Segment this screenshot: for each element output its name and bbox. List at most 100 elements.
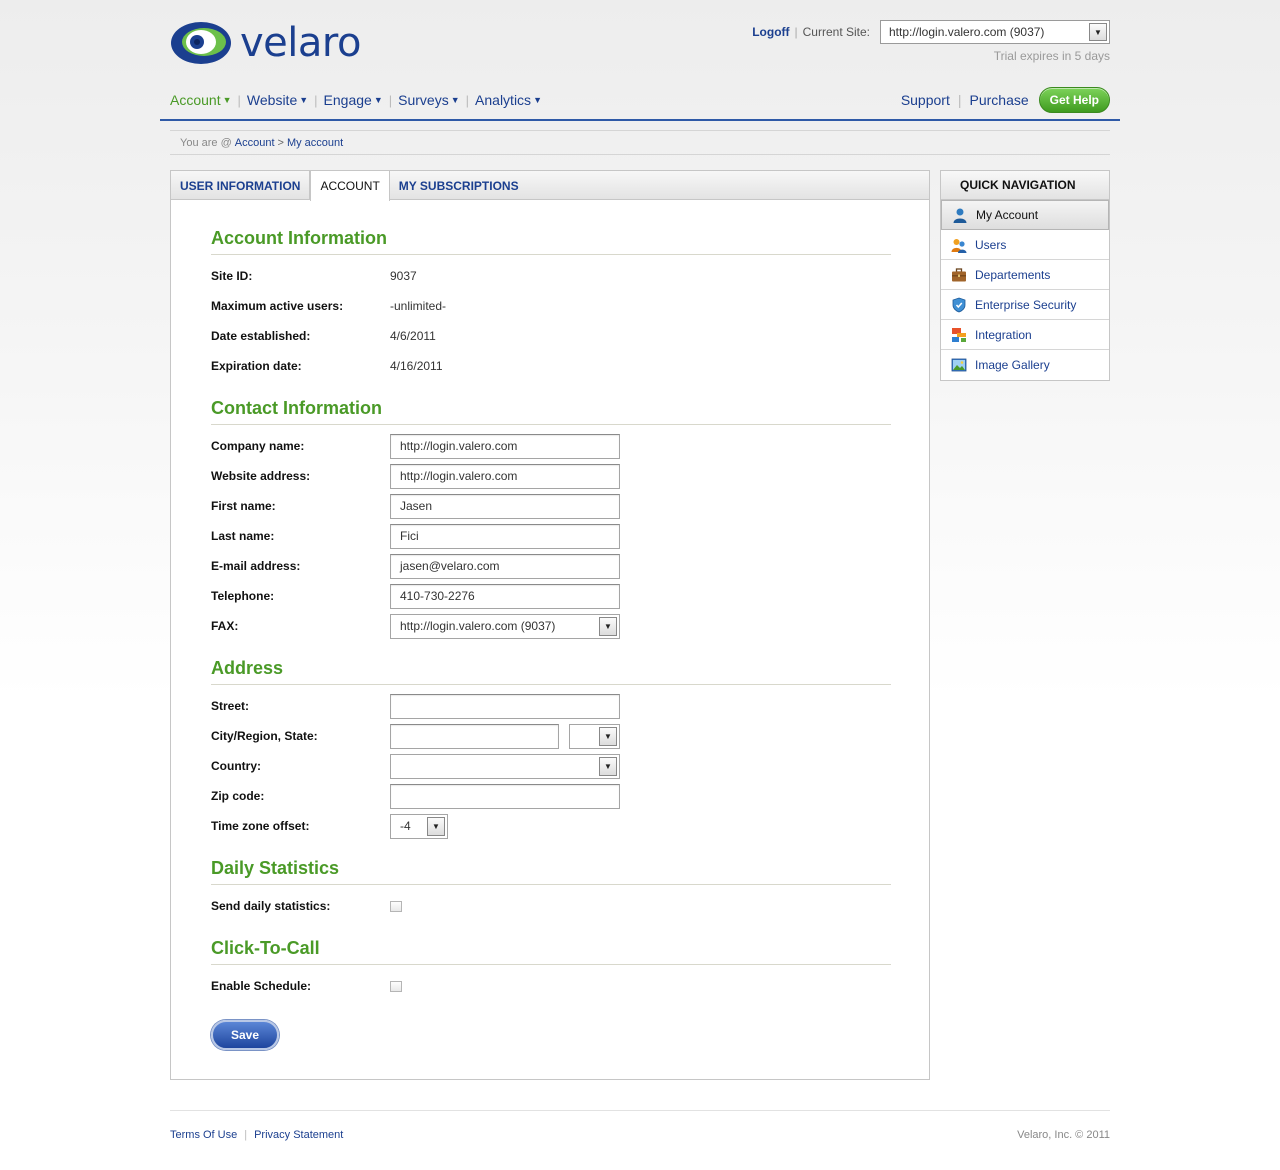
velaro-eye-icon [171,22,231,64]
email-row: E-mail address: jasen@velaro.com [211,553,891,579]
quick-nav-label: Integration [975,327,1032,342]
site-id-label: Site ID: [211,269,253,283]
enable-schedule-row: Enable Schedule: [211,974,891,998]
chevron-down-icon[interactable]: ▼ [599,726,617,746]
fax-value: http://login.valero.com (9037) [400,619,556,633]
quick-nav-label: Departements [975,267,1051,282]
daily-statistics-section: Daily Statistics Send daily statistics: [211,858,891,913]
site-id-value: 9037 [390,269,417,283]
expiration-date-value: 4/16/2011 [390,359,443,373]
divider: | [244,1129,248,1141]
nav-surveys[interactable]: Surveys ▼ [398,92,460,108]
email-field[interactable]: jasen@velaro.com [390,553,620,579]
send-daily-checkbox[interactable] [390,900,402,912]
chevron-down-icon[interactable]: ▼ [599,756,617,776]
zip-row: Zip code: [211,783,891,809]
breadcrumb: You are @ Account > My account [170,130,1110,155]
breadcrumb-separator: > [277,136,284,149]
timezone-select[interactable]: -4 ▼ [390,813,448,839]
breadcrumb-prefix: You are @ [180,136,232,149]
street-label: Street: [211,699,250,713]
current-site-value: http://login.valero.com (9037) [889,25,1045,39]
email-label: E-mail address: [211,559,301,573]
street-field[interactable] [390,693,620,719]
nav-divider [160,119,1120,121]
fax-select[interactable]: http://login.valero.com (9037) ▼ [390,613,620,639]
divider: | [465,92,470,108]
tab-user-information[interactable]: USER INFORMATION [171,171,311,200]
terms-of-use-link[interactable]: Terms Of Use [170,1129,237,1141]
telephone-label: Telephone: [211,589,275,603]
integration-icon [951,327,967,343]
breadcrumb-account[interactable]: Account [235,137,275,149]
nav-website[interactable]: Website ▼ [247,92,308,108]
telephone-row: Telephone: 410-730-2276 [211,583,891,609]
enable-schedule-checkbox[interactable] [390,980,402,992]
tab-my-subscriptions[interactable]: MY SUBSCRIPTIONS [390,171,528,200]
purchase-link[interactable]: Purchase [970,92,1029,108]
nav-engage-label: Engage [323,92,372,108]
state-select[interactable]: ▼ [569,723,620,749]
zip-field[interactable] [390,783,620,809]
quick-nav-image-gallery[interactable]: Image Gallery [941,350,1109,380]
chevron-down-icon[interactable]: ▼ [427,816,445,836]
expiration-date-label: Expiration date: [211,359,302,373]
city-label: City/Region, State: [211,729,318,743]
nav-engage[interactable]: Engage ▼ [324,92,383,108]
website-field[interactable]: http://login.valero.com [390,463,620,489]
section-title: Daily Statistics [211,858,891,885]
timezone-label: Time zone offset: [211,819,310,833]
privacy-statement-link[interactable]: Privacy Statement [254,1129,343,1141]
expiration-date-row: Expiration date: 4/16/2011 [211,354,891,378]
save-button[interactable]: Save [211,1020,279,1050]
nav-analytics[interactable]: Analytics ▼ [475,92,542,108]
company-field[interactable]: http://login.valero.com [390,433,620,459]
first-name-field[interactable]: Jasen [390,493,620,519]
section-title: Contact Information [211,398,891,425]
chevron-down-icon[interactable]: ▼ [599,616,617,636]
company-row: Company name: http://login.valero.com [211,433,891,459]
nav-account[interactable]: Account ▼ [170,92,232,108]
quick-nav-my-account[interactable]: My Account [941,200,1109,230]
max-users-row: Maximum active users: -unlimited- [211,294,891,318]
tab-account[interactable]: ACCOUNT [310,171,390,201]
current-site-select[interactable]: http://login.valero.com (9037) ▼ [880,20,1110,44]
quick-nav-users[interactable]: Users [941,230,1109,260]
quick-nav-enterprise-security[interactable]: Enterprise Security [941,290,1109,320]
last-name-field[interactable]: Fici [390,523,620,549]
city-field[interactable] [390,723,559,749]
support-link[interactable]: Support [901,92,950,108]
account-information-section: Account Information Site ID: 9037 Maximu… [211,228,891,373]
quick-nav-departements[interactable]: Departements [941,260,1109,290]
logoff-link[interactable]: Logoff [752,25,789,39]
current-site-label: Current Site: [802,25,870,39]
quick-nav-integration[interactable]: Integration [941,320,1109,350]
footer-divider [170,1110,1110,1111]
company-label: Company name: [211,439,305,453]
briefcase-icon [951,267,967,283]
date-established-value: 4/6/2011 [390,329,436,343]
max-users-value: -unlimited- [390,299,447,313]
copyright: Velaro, Inc. © 2011 [1017,1129,1110,1141]
chevron-down-icon[interactable]: ▼ [1089,23,1107,41]
nav-analytics-label: Analytics [475,92,532,108]
tab-bar: USER INFORMATION ACCOUNT MY SUBSCRIPTION… [171,171,929,201]
country-select[interactable]: ▼ [390,753,620,779]
utility-nav: Support | Purchase Get Help [901,87,1110,113]
breadcrumb-my-account[interactable]: My account [287,137,343,149]
street-row: Street: [211,693,891,719]
quick-nav-label: Image Gallery [975,358,1050,372]
caret-down-icon: ▼ [450,95,460,105]
section-title: Account Information [211,228,891,255]
country-label: Country: [211,759,261,773]
divider: | [237,92,241,108]
website-row: Website address: http://login.valero.com [211,463,891,489]
nav-account-label: Account [170,92,221,108]
telephone-field[interactable]: 410-730-2276 [390,583,620,609]
quick-nav-label: Enterprise Security [975,297,1077,312]
velaro-logo[interactable]: velaro [170,18,361,68]
site-bar: Logoff | Current Site: http://login.vale… [752,20,1110,44]
last-name-row: Last name: Fici [211,523,891,549]
get-help-button[interactable]: Get Help [1038,87,1110,113]
click-to-call-section: Click-To-Call Enable Schedule: [211,938,891,993]
